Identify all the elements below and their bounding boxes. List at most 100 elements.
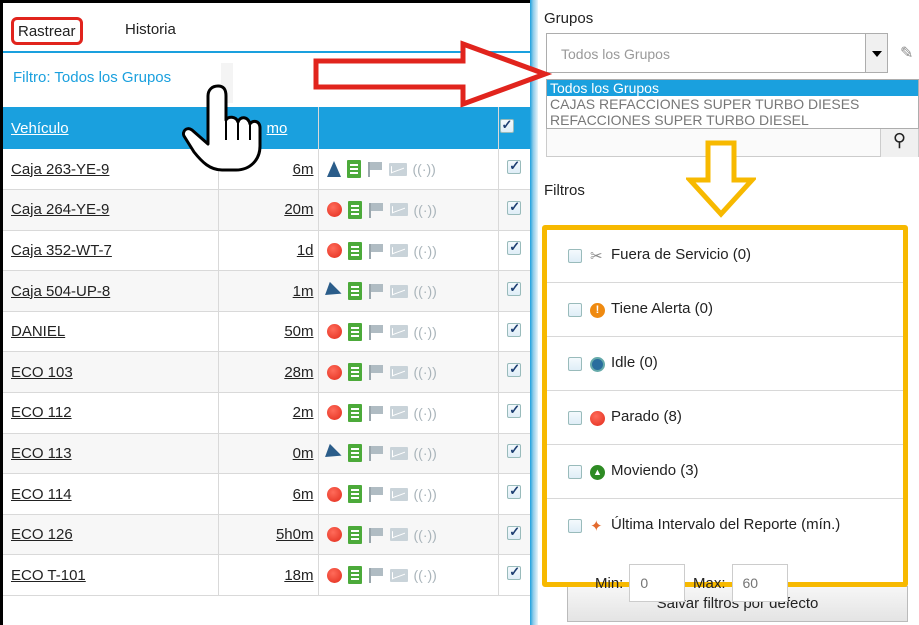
antenna-icon[interactable]: ((·)) (414, 486, 437, 502)
vehicle-checkbox[interactable] (507, 158, 522, 175)
flag-icon[interactable] (368, 527, 384, 543)
group-option[interactable]: Todos los Grupos (547, 80, 918, 96)
report-icon[interactable] (346, 160, 361, 179)
table-row[interactable]: DANIEL 50m ((·)) (3, 311, 530, 353)
vehicle-name-cell[interactable]: ECO 103 (3, 351, 218, 394)
group-select[interactable]: Todos los Grupos (546, 33, 888, 73)
last-report-time[interactable]: 6m (293, 486, 314, 503)
vehicle-link[interactable]: Caja 264-YE-9 (11, 201, 109, 218)
vehicle-link[interactable]: DANIEL (11, 323, 65, 340)
vehicle-checkbox[interactable] (507, 361, 522, 378)
flag-icon[interactable] (368, 202, 384, 218)
vehicle-link[interactable]: ECO T-101 (11, 567, 86, 584)
tab-historia[interactable]: Historia (121, 21, 180, 38)
table-row[interactable]: Caja 504-UP-8 1m ((·)) (3, 270, 530, 312)
flag-icon[interactable] (368, 243, 384, 259)
vehicle-checkbox[interactable] (507, 321, 522, 337)
flag-icon[interactable] (368, 324, 384, 340)
pencil-icon[interactable]: ✎ (900, 43, 913, 63)
report-icon[interactable] (347, 525, 362, 544)
max-input[interactable] (731, 564, 788, 602)
vehicle-checkbox[interactable] (507, 239, 522, 256)
mail-icon[interactable] (389, 244, 408, 257)
last-report-time[interactable]: 1m (293, 283, 314, 300)
antenna-icon[interactable]: ((·)) (414, 405, 437, 421)
last-report-time[interactable]: 0m (293, 445, 314, 462)
flag-icon[interactable] (368, 567, 384, 584)
vehicle-name-cell[interactable]: Caja 504-UP-8 (3, 270, 218, 312)
report-icon[interactable] (347, 566, 362, 585)
min-input[interactable] (629, 564, 686, 602)
report-icon[interactable] (347, 403, 362, 422)
vehicle-name-cell[interactable]: ECO 113 (3, 433, 218, 475)
sort-vehicle-link[interactable]: Vehículo (11, 120, 69, 137)
vehicle-name-cell[interactable]: ECO 112 (3, 392, 218, 434)
group-option[interactable]: REFACCIONES SUPER TURBO DIESEL (547, 112, 918, 128)
mail-icon[interactable] (389, 487, 408, 501)
filter-checkbox[interactable] (568, 519, 582, 533)
table-row[interactable]: ECO 112 2m ((·)) (3, 392, 530, 434)
mail-icon[interactable] (389, 568, 408, 582)
table-row[interactable]: ECO 126 5h0m ((·)) (3, 514, 530, 556)
vehicle-checkbox[interactable] (507, 199, 522, 215)
last-report-time[interactable]: 28m (284, 364, 313, 381)
antenna-icon[interactable]: ((·)) (414, 445, 437, 461)
last-report-time[interactable]: 5h0m (276, 526, 314, 543)
filter-checkbox[interactable] (568, 411, 582, 425)
report-icon[interactable] (347, 363, 362, 382)
flag-icon[interactable] (368, 405, 384, 421)
vehicle-checkbox[interactable] (507, 402, 522, 418)
vehicle-name-cell[interactable]: ECO 126 (3, 514, 218, 556)
antenna-icon[interactable]: ((·)) (414, 243, 437, 259)
report-icon[interactable] (347, 444, 362, 463)
report-icon[interactable] (347, 485, 362, 504)
group-option[interactable]: CAJAS REFACCIONES SUPER TURBO DIESES (547, 96, 918, 112)
flag-icon[interactable] (368, 283, 384, 300)
flag-icon[interactable] (368, 445, 384, 462)
tab-rastrear[interactable]: Rastrear (11, 17, 83, 45)
vehicle-name-cell[interactable]: ECO 114 (3, 473, 218, 515)
last-report-time[interactable]: 20m (284, 201, 313, 218)
antenna-icon[interactable]: ((·)) (414, 364, 437, 380)
vehicle-name-cell[interactable]: Caja 352-WT-7 (3, 230, 218, 272)
table-row[interactable]: Caja 264-YE-9 20m ((·)) (3, 189, 530, 231)
antenna-icon[interactable]: ((·)) (414, 324, 437, 340)
antenna-icon[interactable]: ((·)) (413, 161, 436, 177)
vehicle-name-cell[interactable]: ECO T-101 (3, 554, 218, 597)
mail-icon[interactable] (389, 528, 408, 542)
vehicle-link[interactable]: Caja 263-YE-9 (11, 161, 109, 178)
vehicle-link[interactable]: ECO 114 (11, 486, 72, 503)
vehicle-checkbox[interactable] (507, 280, 522, 297)
vehicle-checkbox[interactable] (507, 442, 522, 459)
last-report-time[interactable]: 50m (284, 323, 313, 340)
table-row[interactable]: ECO 113 0m ((·)) (3, 433, 530, 475)
report-icon[interactable] (347, 200, 362, 219)
search-icon[interactable]: ⚲ (880, 127, 918, 157)
mail-icon[interactable] (389, 284, 408, 298)
vehicle-name-cell[interactable]: DANIEL (3, 311, 218, 353)
vehicle-link[interactable]: Caja 504-UP-8 (11, 283, 110, 300)
last-report-time[interactable]: 1d (297, 242, 314, 259)
vehicle-link[interactable]: ECO 103 (11, 364, 73, 381)
vehicle-link[interactable]: Caja 352-WT-7 (11, 242, 112, 259)
antenna-icon[interactable]: ((·)) (414, 283, 437, 299)
vehicle-checkbox[interactable] (507, 564, 522, 581)
report-icon[interactable] (347, 241, 362, 260)
filter-checkbox[interactable] (568, 303, 582, 317)
report-icon[interactable] (347, 322, 362, 341)
vehicle-checkbox[interactable] (507, 524, 522, 540)
last-report-time[interactable]: 6m (293, 161, 314, 178)
table-row[interactable]: ECO 114 6m ((·)) (3, 473, 530, 515)
mail-icon[interactable] (389, 406, 408, 420)
chevron-down-icon[interactable] (865, 34, 887, 72)
flag-icon[interactable] (368, 364, 384, 381)
flag-icon[interactable] (367, 161, 383, 178)
antenna-icon[interactable]: ((·)) (414, 527, 437, 543)
vehicle-link[interactable]: ECO 112 (11, 404, 72, 421)
vehicle-name-cell[interactable]: Caja 264-YE-9 (3, 189, 218, 231)
filter-checkbox[interactable] (568, 357, 582, 371)
select-all-checkbox[interactable] (499, 117, 514, 133)
mail-icon[interactable] (389, 365, 408, 379)
antenna-icon[interactable]: ((·)) (414, 202, 437, 218)
flag-icon[interactable] (368, 486, 384, 503)
